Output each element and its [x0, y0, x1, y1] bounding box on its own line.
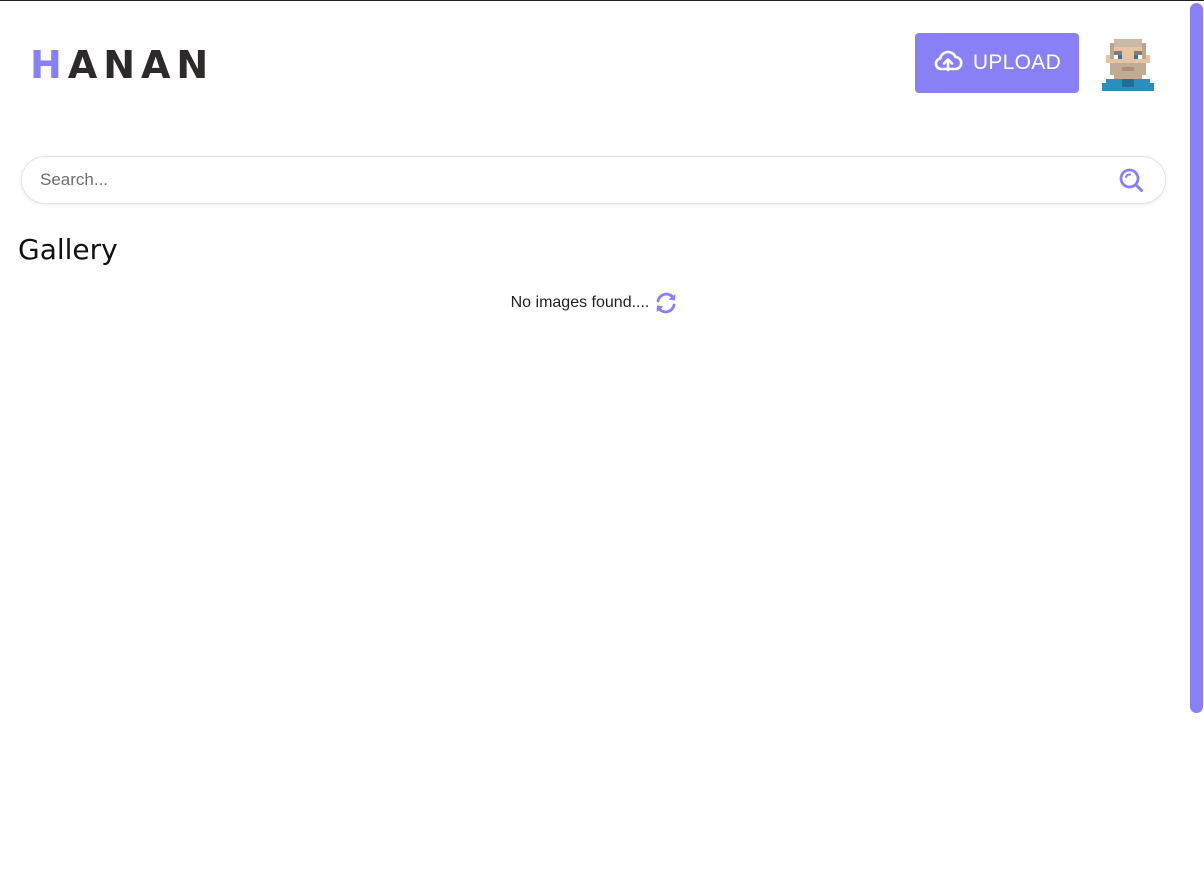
- empty-state: No images found....: [0, 291, 1190, 315]
- scrollbar-thumb[interactable]: [1190, 3, 1203, 713]
- scrollbar-track[interactable]: [1190, 1, 1204, 896]
- logo-text: ANAN: [67, 43, 215, 87]
- search-icon[interactable]: [1117, 166, 1145, 194]
- empty-message: No images found....: [510, 294, 650, 311]
- avatar[interactable]: [1102, 39, 1154, 95]
- search-input[interactable]: [38, 169, 1117, 191]
- gallery-title: Gallery: [18, 233, 118, 266]
- refresh-icon[interactable]: [653, 291, 679, 315]
- logo-accent-letter: H: [30, 43, 68, 87]
- logo[interactable]: HANAN: [30, 41, 214, 89]
- page: HANAN UPLOAD Search... Gallery No images…: [0, 0, 1204, 896]
- cloud-upload-icon: [933, 49, 963, 78]
- upload-button[interactable]: UPLOAD: [915, 33, 1079, 93]
- upload-button-label: UPLOAD: [972, 51, 1062, 74]
- search-bar: [21, 156, 1166, 204]
